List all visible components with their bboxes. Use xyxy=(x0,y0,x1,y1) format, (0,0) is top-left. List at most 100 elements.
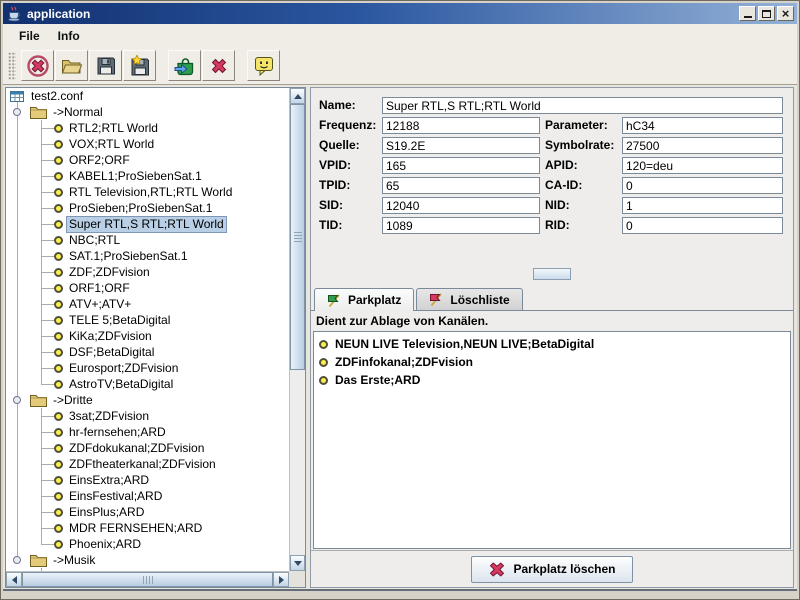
tree-item[interactable]: ORF1;ORF xyxy=(6,280,289,296)
vertical-scroll-thumb[interactable] xyxy=(290,104,305,370)
tree-horizontal-scrollbar[interactable] xyxy=(6,571,289,587)
close-file-button[interactable] xyxy=(21,50,54,81)
tree-item[interactable]: Phoenix;ARD xyxy=(6,536,289,552)
field-label-parameter: Parameter: xyxy=(545,117,617,134)
tree-item[interactable]: KABEL1;ProSiebenSat.1 xyxy=(6,168,289,184)
tree-item-label: ATV+;ATV+ xyxy=(67,297,133,312)
parkplatz-item[interactable]: ZDFinfokanal;ZDFvision xyxy=(319,353,785,371)
expander-icon[interactable] xyxy=(13,556,21,564)
detail-panel: Name:Frequenz:Parameter:Quelle:Symbolrat… xyxy=(310,87,794,588)
field-nid[interactable] xyxy=(622,197,783,214)
menu-info[interactable]: Info xyxy=(49,26,89,46)
parkplatz-item[interactable]: NEUN LIVE Television,NEUN LIVE;BetaDigit… xyxy=(319,335,785,353)
channel-icon xyxy=(319,358,328,367)
field-name[interactable] xyxy=(382,97,783,114)
tree-vertical-scrollbar[interactable] xyxy=(289,88,305,571)
tree-item[interactable]: RTL2;RTL World xyxy=(6,120,289,136)
delete-cross-icon xyxy=(207,54,231,78)
field-label-name: Name: xyxy=(319,97,377,114)
tree-item[interactable]: AstroTV;BetaDigital xyxy=(6,376,289,392)
tree-item[interactable]: ATV+;ATV+ xyxy=(6,296,289,312)
red-cross-icon xyxy=(488,561,506,578)
field-quelle[interactable] xyxy=(382,137,540,154)
tree-item[interactable]: TELE 5;BetaDigital xyxy=(6,312,289,328)
field-sid[interactable] xyxy=(382,197,540,214)
tree-item-label: VOX;RTL World xyxy=(67,137,156,152)
channel-icon xyxy=(319,376,328,385)
close-button[interactable]: × xyxy=(777,6,794,21)
field-tpid[interactable] xyxy=(382,177,540,194)
tree-item[interactable]: EinsExtra;ARD xyxy=(6,472,289,488)
config-table-icon xyxy=(9,89,25,104)
scroll-down-button[interactable] xyxy=(290,555,305,571)
tree-item-label: EinsFestival;ARD xyxy=(67,489,164,504)
tree-item[interactable]: EinsPlus;ARD xyxy=(6,504,289,520)
field-vpid[interactable] xyxy=(382,157,540,174)
tab-parkplatz[interactable]: Parkplatz xyxy=(314,288,414,311)
tree-item[interactable]: 3sat;ZDFvision xyxy=(6,408,289,424)
horizontal-scroll-thumb[interactable] xyxy=(22,572,273,587)
import-button[interactable] xyxy=(168,50,201,81)
maximize-button[interactable] xyxy=(758,6,775,21)
save-button[interactable] xyxy=(89,50,122,81)
open-file-button[interactable] xyxy=(55,50,88,81)
channel-icon xyxy=(54,524,63,533)
expander-icon[interactable] xyxy=(13,396,21,404)
channel-icon xyxy=(54,268,63,277)
tree-group-label: ->Normal xyxy=(51,105,105,120)
parkplatz-item[interactable]: Das Erste;ARD xyxy=(319,371,785,389)
tree-item-label: Phoenix;ARD xyxy=(67,537,143,552)
tree-item[interactable]: MDR FERNSEHEN;ARD xyxy=(6,520,289,536)
tree-group[interactable]: ->Normal xyxy=(6,104,289,120)
tab-label: Löschliste xyxy=(450,293,509,307)
scroll-up-button[interactable] xyxy=(290,88,305,104)
expander-icon[interactable] xyxy=(13,108,21,116)
tree-item[interactable]: SAT.1;ProSiebenSat.1 xyxy=(6,248,289,264)
delete-button[interactable] xyxy=(202,50,235,81)
tree-item[interactable]: ZDFtheaterkanal;ZDFvision xyxy=(6,456,289,472)
tree-item-label: AstroTV;BetaDigital xyxy=(67,377,175,392)
field-tid[interactable] xyxy=(382,217,540,234)
tree-item-label: MDR FERNSEHEN;ARD xyxy=(67,521,204,536)
tree-item[interactable]: NBC;RTL xyxy=(6,232,289,248)
menu-file[interactable]: File xyxy=(10,26,49,46)
tree-item[interactable]: ZDFdokukanal;ZDFvision xyxy=(6,440,289,456)
tree-item[interactable]: hr-fernsehen;ARD xyxy=(6,424,289,440)
field-apid[interactable] xyxy=(622,157,783,174)
field-rid[interactable] xyxy=(622,217,783,234)
tree-item[interactable]: KiKa;ZDFvision xyxy=(6,328,289,344)
tree-root[interactable]: test2.conf xyxy=(6,88,289,104)
folder-icon xyxy=(30,553,47,567)
tree-group[interactable]: ->Dritte xyxy=(6,392,289,408)
tree-item[interactable]: EinsFestival;ARD xyxy=(6,488,289,504)
tab-l-schliste[interactable]: Löschliste xyxy=(416,288,522,310)
parkplatz-loeschen-button[interactable]: Parkplatz löschen xyxy=(471,556,632,583)
splitter-handle[interactable] xyxy=(533,268,571,280)
tree-item-label: NBC;RTL xyxy=(67,233,122,248)
tree-item[interactable]: VOX;RTL World xyxy=(6,136,289,152)
bag-arrow-icon xyxy=(173,54,197,78)
tree-item[interactable]: DSF;BetaDigital xyxy=(6,344,289,360)
minimize-button[interactable] xyxy=(739,6,756,21)
tree-item[interactable]: Eurosport;ZDFvision xyxy=(6,360,289,376)
save-as-button[interactable] xyxy=(123,50,156,81)
toolbar-grip[interactable] xyxy=(8,52,16,80)
tree-item[interactable]: RTL Television,RTL;RTL World xyxy=(6,184,289,200)
field-parameter[interactable] xyxy=(622,117,783,134)
save-as-icon xyxy=(128,54,152,78)
tree-item[interactable]: ZDF;ZDFvision xyxy=(6,264,289,280)
tree-item[interactable]: Super RTL,S RTL;RTL World xyxy=(6,216,289,232)
tree-group[interactable]: ->Musik xyxy=(6,552,289,568)
field-symbolrate[interactable] xyxy=(622,137,783,154)
about-button[interactable] xyxy=(247,50,280,81)
scroll-left-button[interactable] xyxy=(6,572,22,587)
parkplatz-list: NEUN LIVE Television,NEUN LIVE;BetaDigit… xyxy=(313,331,791,549)
scroll-right-button[interactable] xyxy=(273,572,289,587)
field-frequenz[interactable] xyxy=(382,117,540,134)
tree-item[interactable]: ORF2;ORF xyxy=(6,152,289,168)
tree-item-label: ZDFtheaterkanal;ZDFvision xyxy=(67,457,218,472)
parkplatz-loeschen-label: Parkplatz löschen xyxy=(513,562,615,576)
field-caid[interactable] xyxy=(622,177,783,194)
red-flag-icon xyxy=(429,292,444,307)
tree-item[interactable]: ProSieben;ProSiebenSat.1 xyxy=(6,200,289,216)
